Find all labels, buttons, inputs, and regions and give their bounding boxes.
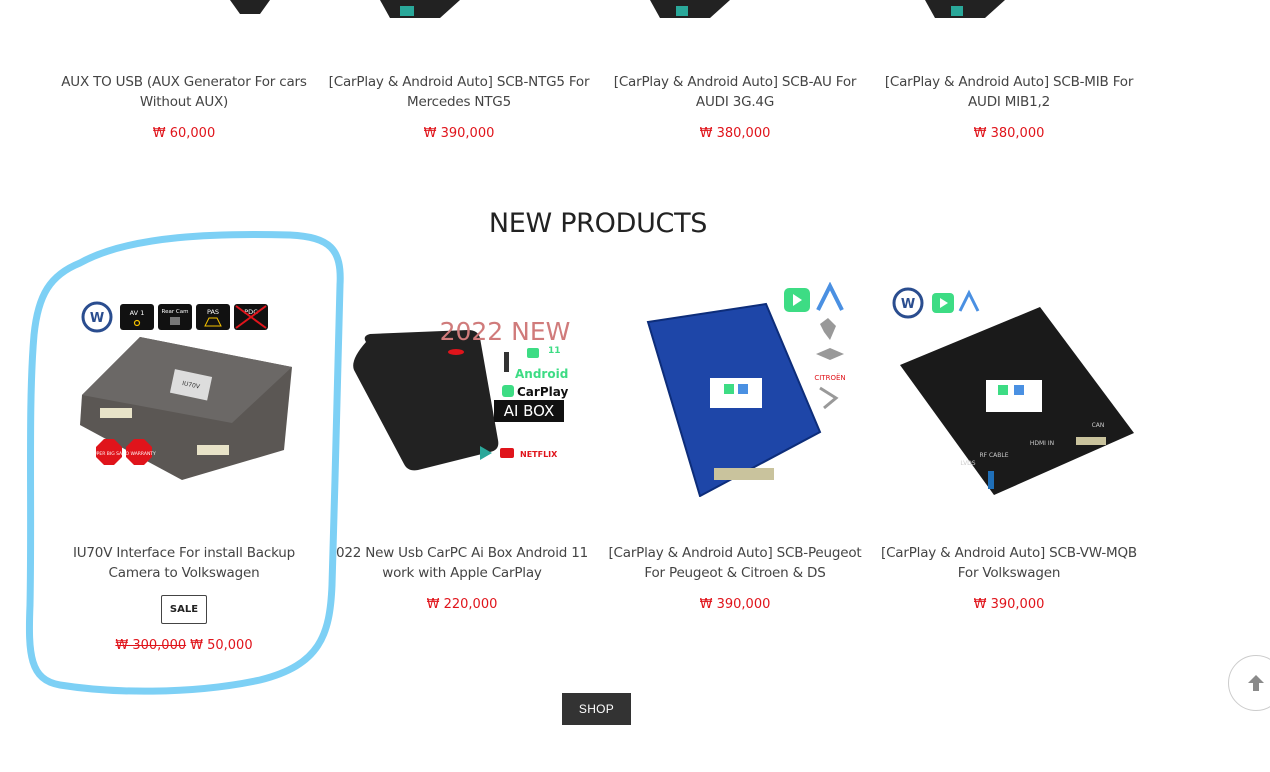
shop-button[interactable]: SHOP — [562, 693, 631, 725]
product-card[interactable]: [CarPlay & Android Auto] SCB-AU For AUDI… — [600, 72, 870, 141]
product-name[interactable]: AUX TO USB (AUX Generator For cars Witho… — [49, 72, 319, 112]
pas-label: PAS — [207, 308, 219, 316]
rearcam-label: Rear Cam — [162, 309, 189, 315]
version-label: 11 — [548, 346, 561, 356]
product-image-cropped[interactable] — [210, 0, 330, 22]
product-price: ₩ 60,000 — [152, 126, 216, 141]
av1-label: AV 1 — [130, 309, 145, 317]
android-label: Android — [515, 367, 568, 381]
product-name[interactable]: [CarPlay & Android Auto] SCB-MIB For AUD… — [874, 72, 1144, 112]
product-image-cropped[interactable] — [640, 0, 760, 22]
product-name[interactable]: [CarPlay & Android Auto] SCB-NTG5 For Me… — [324, 72, 594, 112]
product-name[interactable]: IU70V Interface For install Backup Camer… — [49, 543, 319, 583]
can-label: CAN — [1092, 422, 1105, 429]
svg-text:W: W — [90, 311, 104, 326]
product-card[interactable]: [CarPlay & Android Auto] SCB-VW-MQB For … — [874, 543, 1144, 612]
svg-text:W: W — [901, 297, 915, 312]
sale-sign-2: NO WARRANTY — [122, 451, 156, 457]
product-price: ₩ 220,000 — [426, 597, 498, 612]
section-title: NEW PRODUCTS — [488, 208, 708, 239]
product-price: ₩ 380,000 — [973, 126, 1045, 141]
product-name[interactable]: [CarPlay & Android Auto] SCB-AU For AUDI… — [600, 72, 870, 112]
rf-label: RF CABLE — [979, 452, 1008, 459]
product-name[interactable]: 022 New Usb CarPC Ai Box Android 11 work… — [327, 543, 597, 583]
brand-label: CITROËN — [814, 373, 845, 382]
product-price: ₩ 390,000 — [423, 126, 495, 141]
product-card[interactable]: [CarPlay & Android Auto] SCB-MIB For AUD… — [874, 72, 1144, 141]
product-image[interactable]: W HDMI IN LVDS RF CABLE CAN — [890, 285, 1140, 495]
product-name[interactable]: [CarPlay & Android Auto] SCB-Peugeot For… — [600, 543, 870, 583]
product-image[interactable]: W AV 1 Rear Cam PAS PDC IU70V SUPER BIG … — [72, 295, 322, 495]
product-card[interactable]: [CarPlay & Android Auto] SCB-Peugeot For… — [600, 543, 870, 612]
arrow-up-icon — [1246, 673, 1266, 693]
product-card[interactable]: AUX TO USB (AUX Generator For cars Witho… — [49, 72, 319, 141]
product-image-cropped[interactable] — [915, 0, 1035, 22]
sale-badge: SALE — [160, 595, 208, 624]
product-card[interactable]: IU70V Interface For install Backup Camer… — [49, 543, 319, 653]
product-card[interactable]: 022 New Usb CarPC Ai Box Android 11 work… — [327, 543, 597, 612]
product-price: ₩ 380,000 — [699, 126, 771, 141]
product-price: ₩ 300,000 ₩ 50,000 — [49, 638, 319, 653]
aibox-label: AI BOX — [504, 402, 555, 420]
netflix-label: NETFLIX — [520, 450, 558, 459]
headline-label: 2022 NEW — [440, 317, 571, 346]
product-card[interactable]: [CarPlay & Android Auto] SCB-NTG5 For Me… — [324, 72, 594, 141]
product-image[interactable]: 2022 NEW 11 Android CarPlay AI BOX NETFL… — [348, 300, 573, 480]
product-image-cropped[interactable] — [370, 0, 490, 22]
product-price: ₩ 390,000 — [699, 597, 771, 612]
product-price: ₩ 390,000 — [973, 597, 1045, 612]
carplay-label: CarPlay — [517, 385, 568, 399]
product-name[interactable]: [CarPlay & Android Auto] SCB-VW-MQB For … — [874, 543, 1144, 583]
product-image[interactable]: CITROËN — [640, 282, 860, 497]
sale-price: ₩ 50,000 — [190, 638, 253, 653]
original-price: ₩ 300,000 — [115, 638, 187, 653]
scroll-to-top-button[interactable] — [1228, 655, 1270, 711]
hdmi-label: HDMI IN — [1030, 440, 1054, 447]
lvds-label: LVDS — [960, 460, 975, 467]
